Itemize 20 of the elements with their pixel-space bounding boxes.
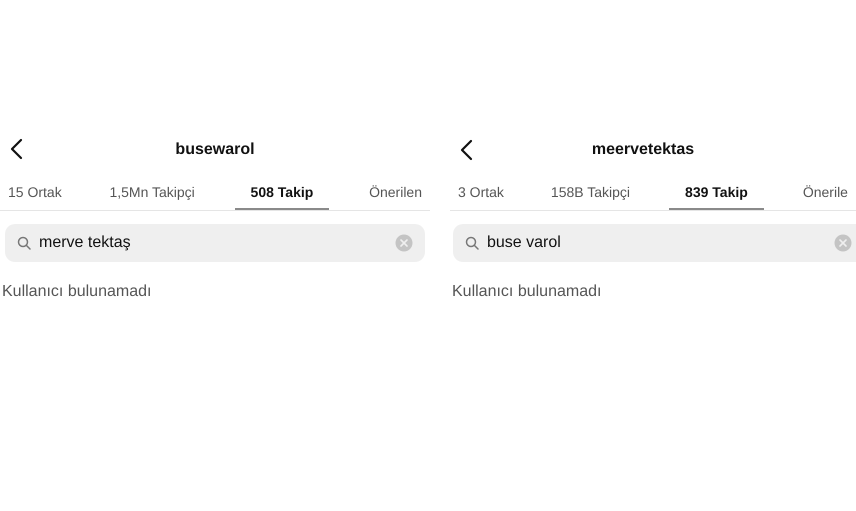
search-icon bbox=[17, 236, 31, 250]
profile-tab[interactable]: 839 Takip bbox=[669, 176, 764, 210]
profile-tab[interactable]: Önerile bbox=[794, 176, 856, 210]
search-field[interactable]: merve tektaş bbox=[5, 224, 425, 262]
profile-tab[interactable]: 3 Ortak bbox=[450, 176, 512, 210]
profile-username: busewarol bbox=[175, 140, 255, 160]
no-results-message: Kullanıcı bulunamadı bbox=[2, 282, 152, 302]
search-field[interactable]: buse varol bbox=[453, 224, 856, 262]
profile-tab[interactable]: Önerilen bbox=[361, 176, 430, 210]
back-icon[interactable] bbox=[458, 139, 474, 161]
search-input[interactable]: buse varol bbox=[487, 231, 826, 255]
search-icon bbox=[465, 236, 479, 250]
profile-tab[interactable]: 508 Takip bbox=[234, 176, 330, 210]
search-input[interactable]: merve tektaş bbox=[39, 231, 387, 255]
profile-username: meervetektas bbox=[592, 140, 694, 160]
no-results-message: Kullanıcı bulunamadı bbox=[452, 282, 602, 302]
profile-tab[interactable]: 158B Takipçi bbox=[542, 176, 638, 210]
back-icon[interactable] bbox=[8, 138, 24, 160]
profile-tab[interactable]: 15 Ortak bbox=[0, 176, 70, 210]
profile-tab[interactable]: 1,5Mn Takipçi bbox=[101, 176, 203, 210]
